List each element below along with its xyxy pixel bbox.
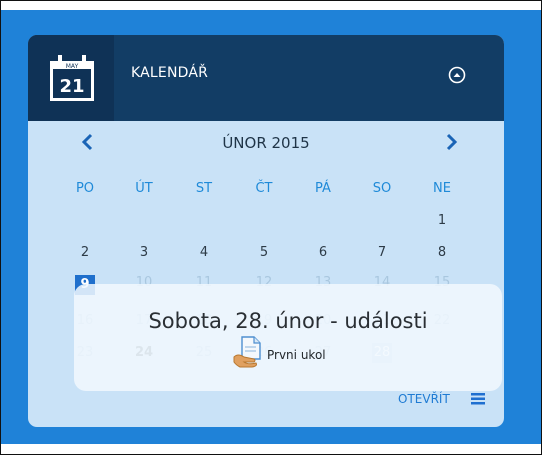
weekday-sun: NE (433, 181, 451, 196)
calendar-day[interactable]: 2 (65, 245, 105, 260)
top-band (1, 1, 541, 10)
open-link[interactable]: OTEVŘÍT (398, 392, 450, 406)
calendar-day[interactable]: 4 (184, 245, 224, 260)
calendar-icon-box: MAY 21 (28, 35, 114, 121)
weekday-thu: ČT (255, 181, 273, 196)
calendar-day[interactable]: 1 (422, 213, 462, 228)
weekday-tue: ÚT (135, 181, 153, 196)
bottom-band (1, 444, 541, 454)
calendar-day[interactable]: 5 (244, 245, 284, 260)
event-label[interactable]: Prvni ukol (267, 348, 326, 362)
calendar-day[interactable]: 6 (303, 245, 343, 260)
calendar-day[interactable]: 8 (422, 245, 462, 260)
calendar-day[interactable]: 7 (362, 245, 402, 260)
menu-icon[interactable] (470, 390, 486, 406)
events-popup: Sobota, 28. únor - události Prvni ukol (74, 284, 502, 391)
document-hand-icon (233, 336, 261, 368)
month-label: ÚNOR 2015 (222, 134, 310, 152)
calendar-icon-month: MAY (66, 63, 79, 70)
weekday-wed: ST (195, 181, 213, 196)
calendar-icon: MAY 21 (50, 55, 94, 101)
next-month-chevron-icon[interactable] (443, 133, 459, 151)
weekday-mon: PO (75, 181, 95, 196)
widget-header: MAY 21 KALENDÁŘ (28, 35, 504, 121)
weekday-fri: PÁ (315, 181, 331, 196)
popup-title: Sobota, 28. únor - události (148, 309, 428, 333)
calendar-icon-day: 21 (59, 76, 84, 97)
prev-month-chevron-icon[interactable] (80, 133, 96, 151)
widget-title: KALENDÁŘ (131, 65, 209, 81)
weekday-sat: SO (372, 181, 392, 196)
calendar-day[interactable]: 3 (124, 245, 164, 260)
collapse-up-icon[interactable] (447, 65, 467, 85)
